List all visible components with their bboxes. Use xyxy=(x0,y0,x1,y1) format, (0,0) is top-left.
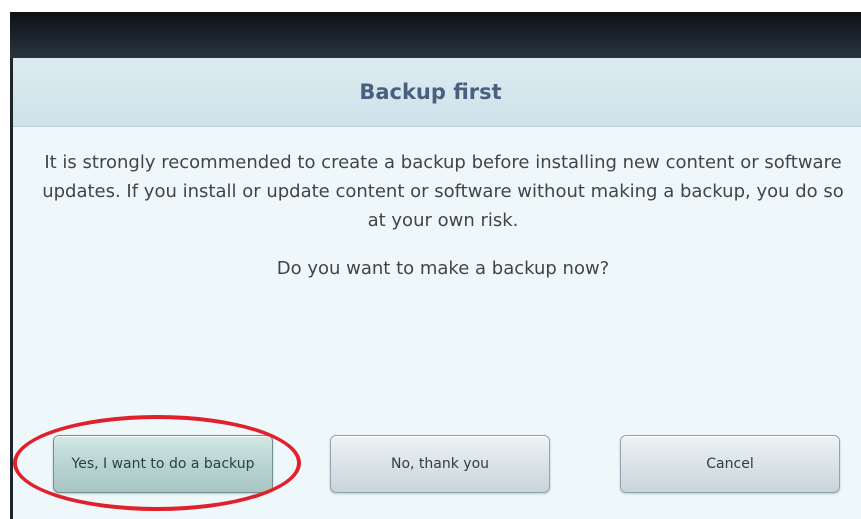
backup-dialog: Backup first It is strongly recommended … xyxy=(10,58,861,519)
dialog-message: It is strongly recommended to create a b… xyxy=(42,152,844,231)
cancel-button[interactable]: Cancel xyxy=(620,435,840,493)
yes-backup-button[interactable]: Yes, I want to do a backup xyxy=(53,435,273,493)
dialog-header: Backup first xyxy=(13,58,861,127)
no-thank-you-button[interactable]: No, thank you xyxy=(330,435,550,493)
dialog-title: Backup first xyxy=(359,80,502,104)
dialog-question: Do you want to make a backup now? xyxy=(276,258,610,279)
window-titlebar xyxy=(10,12,861,58)
